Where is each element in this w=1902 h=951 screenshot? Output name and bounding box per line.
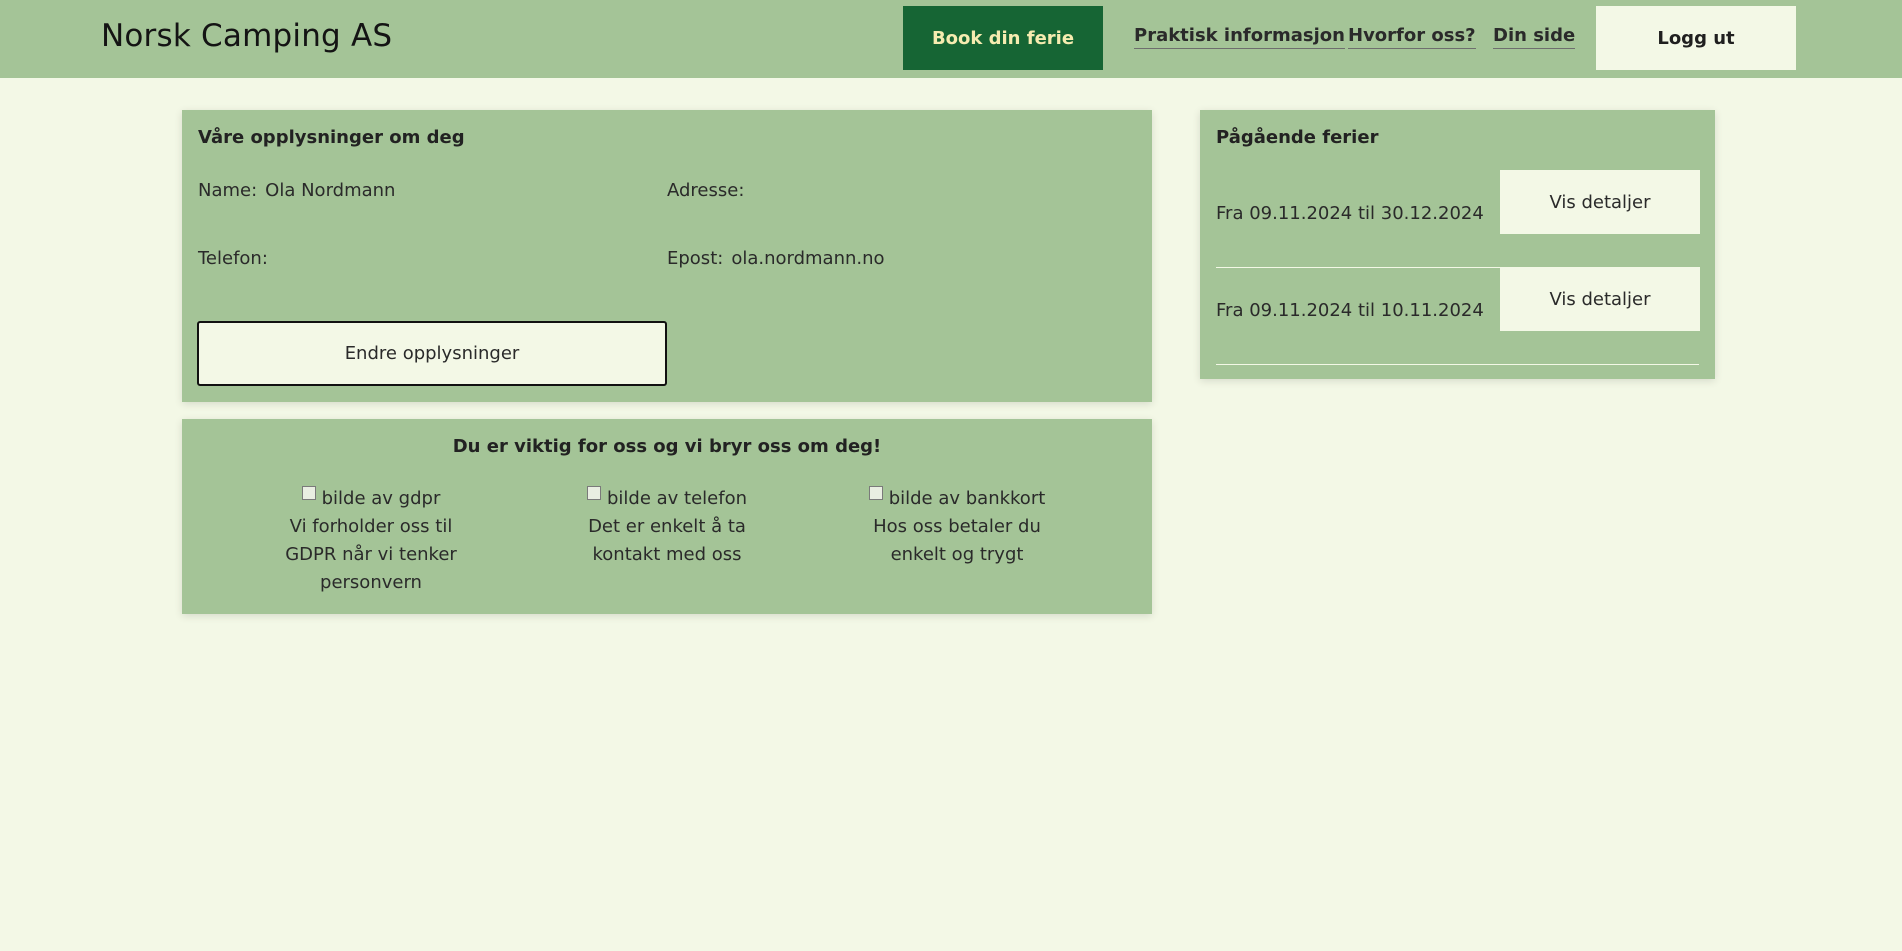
care-title: Du er viktig for oss og vi bryr oss om d… [452,436,882,457]
view-details-button[interactable]: Vis detaljer [1500,170,1700,234]
gdpr-image: bilde av gdpr [276,485,466,513]
email-field: Epost: ola.nordmann.no [667,248,885,269]
gdpr-text: Vi forholder oss til GDPR når vi tenker … [285,516,457,593]
vacation-row: Fra 09.11.2024 til 10.11.2024 Vis detalj… [1216,267,1700,365]
logout-button[interactable]: Logg ut [1596,6,1796,70]
phone-field: Telefon: [198,248,276,269]
bankcard-image-alt: bilde av bankkort [888,488,1046,509]
broken-image-icon [586,486,601,500]
top-navigation-bar: Norsk Camping AS Book din ferie Praktisk… [0,0,1902,78]
bankcard-text: Hos oss betaler du enkelt og trygt [873,516,1041,565]
care-info-panel: Du er viktig for oss og vi bryr oss om d… [182,419,1152,614]
name-field: Name: Ola Nordmann [198,180,395,201]
ongoing-vacations-panel: Pågående ferier Fra 09.11.2024 til 30.12… [1200,110,1715,379]
nav-link-practical-info[interactable]: Praktisk informasjon [1134,25,1345,49]
feature-bankcard: bilde av bankkort Hos oss betaler du enk… [862,485,1052,569]
view-details-button[interactable]: Vis detaljer [1500,267,1700,331]
feature-phone: bilde av telefon Det er enkelt å ta kont… [572,485,762,569]
phone-image-alt: bilde av telefon [606,488,748,509]
profile-info-title: Våre opplysninger om deg [198,127,465,148]
email-label: Epost: [667,248,724,269]
address-field: Adresse: [667,180,752,201]
email-value: ola.nordmann.no [731,248,885,269]
profile-info-panel: Våre opplysninger om deg Name: Ola Nordma… [182,110,1152,402]
nav-link-why-us[interactable]: Hvorfor oss? [1348,25,1476,49]
address-label: Adresse: [667,180,745,201]
phone-image: bilde av telefon [572,485,762,513]
nav-link-my-page[interactable]: Din side [1493,25,1576,49]
broken-image-icon [868,486,883,500]
edit-details-button[interactable]: Endre opplysninger [197,321,667,386]
feature-gdpr: bilde av gdpr Vi forholder oss til GDPR … [276,485,466,597]
book-vacation-button[interactable]: Book din ferie [903,6,1103,70]
vacation-dates: Fra 09.11.2024 til 30.12.2024 [1216,203,1484,224]
phone-text: Det er enkelt å ta kontakt med oss [588,516,746,565]
gdpr-image-alt: bilde av gdpr [321,488,441,509]
brand-logo-text[interactable]: Norsk Camping AS [101,18,392,54]
name-value: Ola Nordmann [265,180,396,201]
name-label: Name: [198,180,258,201]
bankcard-image: bilde av bankkort [862,485,1052,513]
vacation-row: Fra 09.11.2024 til 30.12.2024 Vis detalj… [1216,170,1700,268]
broken-image-icon [301,486,316,500]
vacation-dates: Fra 09.11.2024 til 10.11.2024 [1216,300,1484,321]
phone-label: Telefon: [198,248,268,269]
ongoing-vacations-title: Pågående ferier [1216,127,1379,148]
